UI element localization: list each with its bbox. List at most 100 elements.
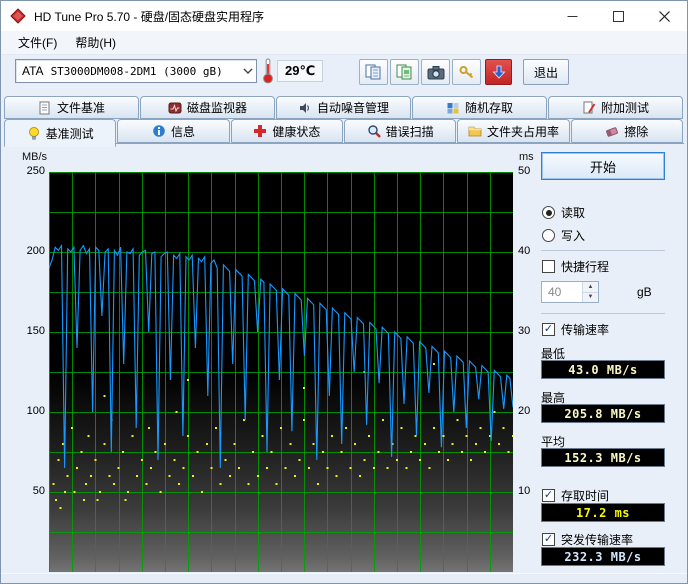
tab-random-access[interactable]: 随机存取 [412, 96, 547, 119]
separator [541, 313, 665, 314]
tab-label: 文件基准 [56, 101, 105, 115]
tab-label: 基准测试 [45, 126, 94, 141]
temperature-value: 29℃ [277, 60, 324, 82]
maximize-icon [612, 10, 624, 22]
app-icon [10, 8, 26, 24]
short-stroke-unit: gB [637, 285, 652, 299]
tab-info[interactable]: 信息 [117, 119, 230, 143]
minimize-icon [567, 15, 577, 17]
checkbox-box [542, 489, 555, 502]
transfer-rate-label: 传输速率 [561, 323, 610, 337]
speaker-icon [298, 101, 312, 115]
eraser-icon [605, 124, 619, 138]
radio-dot [542, 206, 555, 219]
benchmark-plot [48, 172, 514, 573]
burst-rate-label: 突发传输速率 [561, 533, 634, 547]
radio-dot [542, 229, 555, 242]
tab-row-2: 基准测试 信息 健康状态 错误扫描 文件夹占用率 擦除 [4, 119, 684, 147]
tab-label: 擦除 [624, 124, 649, 139]
tab-row-1: 文件基准 磁盘监视器 自动噪音管理 随机存取 附加测试 [4, 96, 684, 119]
window-title: HD Tune Pro 5.70 - 硬盘/固态硬盘实用程序 [34, 9, 265, 24]
y-right-axis-label: ms [519, 151, 534, 163]
chevron-down-icon[interactable] [240, 68, 256, 74]
checkbox-transfer-rate[interactable]: 传输速率 [542, 321, 609, 338]
close-icon [658, 10, 670, 22]
tab-error-scan[interactable]: 错误扫描 [343, 119, 457, 143]
maximize-button[interactable] [595, 1, 641, 31]
copy-image-button[interactable] [390, 59, 419, 85]
checkbox-short-stroke[interactable]: 快捷行程 [542, 258, 609, 275]
tab-file-benchmark[interactable]: 文件基准 [4, 96, 139, 119]
thermometer-icon [262, 57, 274, 87]
info-icon [152, 124, 166, 138]
tab-label: 错误扫描 [385, 124, 434, 139]
copy-image-icon [396, 64, 411, 80]
tab-extra-tests[interactable]: 附加测试 [548, 96, 683, 119]
bulb-icon [27, 126, 41, 140]
start-button[interactable]: 开始 [541, 152, 665, 180]
checkbox-box [542, 260, 555, 273]
radio-write-label: 写入 [561, 229, 586, 243]
avg-value-display: 152.3 MB/s [541, 448, 665, 467]
tab-label: 随机存取 [464, 101, 513, 115]
menu-file[interactable]: 文件(F) [9, 31, 66, 54]
tab-disk-monitor[interactable]: 磁盘监视器 [140, 96, 275, 119]
tab-label: 信息 [170, 124, 195, 139]
tab-folder-usage[interactable]: 文件夹占用率 [457, 119, 570, 143]
burst-rate-display: 232.3 MB/s [541, 547, 665, 566]
tab-aam[interactable]: 自动噪音管理 [276, 96, 411, 119]
keys-icon [459, 65, 473, 78]
checkbox-box [542, 533, 555, 546]
window-controls [549, 1, 687, 31]
drive-bus-label: ATA [22, 64, 44, 78]
magnifier-icon [367, 124, 381, 138]
toolbar: ATA ST3000DM008-2DM1 (3000 gB) 29℃ 退出 [1, 55, 687, 95]
menu-help[interactable]: 帮助(H) [66, 31, 125, 54]
access-time-label: 存取时间 [561, 489, 610, 503]
exit-button[interactable]: 退出 [523, 59, 569, 85]
checkbox-access-time[interactable]: 存取时间 [542, 487, 609, 504]
spinner: ▲ ▼ [582, 282, 598, 302]
checkbox-burst-rate[interactable]: 突发传输速率 [542, 531, 633, 548]
y-left-axis-label: MB/s [22, 151, 48, 163]
short-stroke-value: 40 [548, 285, 562, 299]
max-value-display: 205.8 MB/s [541, 404, 665, 423]
window-bottom-edge [1, 573, 687, 583]
app-window: HD Tune Pro 5.70 - 硬盘/固态硬盘实用程序 文件(F) 帮助(… [0, 0, 688, 584]
titlebar[interactable]: HD Tune Pro 5.70 - 硬盘/固态硬盘实用程序 [1, 1, 687, 31]
access-time-display: 17.2 ms [541, 503, 665, 522]
tab-label: 附加测试 [600, 101, 649, 115]
tab-health[interactable]: 健康状态 [230, 119, 343, 143]
menubar: 文件(F) 帮助(H) [1, 31, 687, 55]
camera-icon [427, 65, 444, 79]
disk-monitor-icon [168, 101, 182, 115]
copy-pages-icon [365, 64, 380, 80]
tab-erase[interactable]: 擦除 [570, 119, 683, 143]
drive-select[interactable]: ATA ST3000DM008-2DM1 (3000 gB) [15, 59, 257, 83]
file-page-icon [38, 101, 52, 115]
short-stroke-label: 快捷行程 [561, 260, 610, 274]
tab-label: 自动噪音管理 [316, 101, 389, 115]
tab-benchmark[interactable]: 基准测试 [4, 119, 117, 147]
screenshot-button[interactable] [421, 59, 450, 85]
download-arrow-icon [492, 65, 505, 79]
tab-label: 文件夹占用率 [486, 124, 559, 139]
radio-read[interactable]: 读取 [542, 204, 585, 221]
spinner-up-icon[interactable]: ▲ [583, 282, 598, 293]
short-stroke-input[interactable]: 40 ▲ ▼ [541, 281, 599, 303]
separator [541, 250, 665, 251]
health-cross-icon [253, 124, 267, 138]
radio-write[interactable]: 写入 [542, 227, 585, 244]
close-button[interactable] [641, 1, 687, 31]
folder-icon [468, 124, 482, 138]
min-value-display: 43.0 MB/s [541, 360, 665, 379]
drive-model-text: ST3000DM008-2DM1 (3000 gB) [50, 64, 223, 78]
save-results-button[interactable] [485, 59, 512, 85]
tab-label: 健康状态 [272, 124, 321, 139]
minimize-button[interactable] [549, 1, 595, 31]
options-keys-button[interactable] [452, 59, 481, 85]
copy-text-button[interactable] [359, 59, 388, 85]
spinner-down-icon[interactable]: ▼ [583, 292, 598, 302]
tab-label: 磁盘监视器 [186, 101, 247, 115]
radio-read-label: 读取 [561, 206, 586, 220]
